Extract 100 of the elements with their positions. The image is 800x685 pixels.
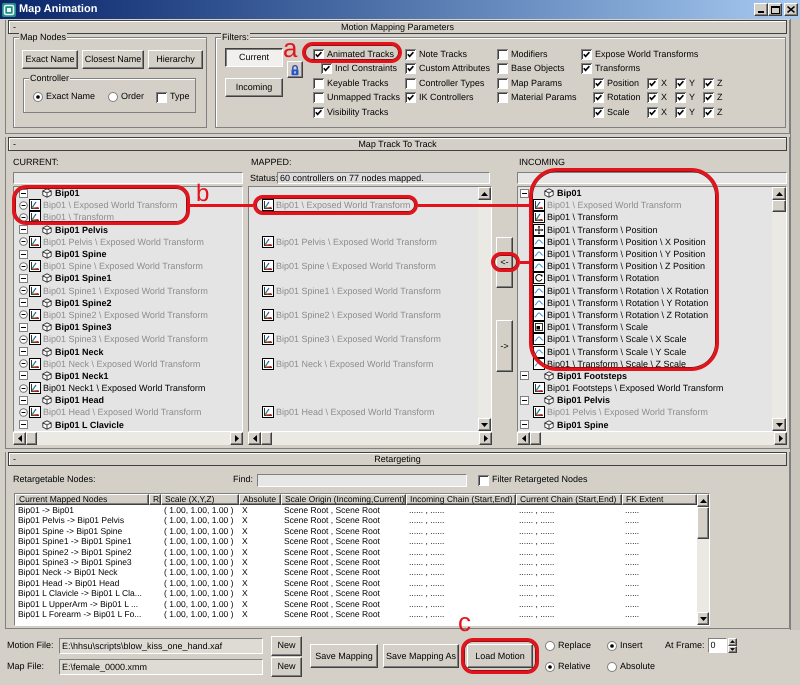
tree-node[interactable]: Bip01 Footsteps [557, 370, 628, 382]
collapse-box-icon[interactable] [19, 322, 28, 332]
checkbox[interactable] [647, 92, 658, 104]
frame-field[interactable]: 0 [708, 638, 727, 653]
collapse-box-icon[interactable] [19, 188, 28, 198]
search-field[interactable] [13, 172, 243, 184]
checkbox[interactable] [313, 106, 324, 118]
collapse-box-icon[interactable] [19, 225, 28, 234]
button[interactable]: New [271, 656, 302, 676]
spin-up-button[interactable] [728, 638, 737, 646]
scroll-left-button[interactable] [517, 432, 530, 445]
track-item[interactable]: Bip01 \ Transform \ Rotation \ Y Rotation [547, 296, 708, 309]
scroll-up-button[interactable] [772, 187, 786, 200]
track-item[interactable]: Bip01 \ Transform \ Scale [547, 321, 648, 334]
radio-button[interactable] [607, 662, 617, 672]
scroll-left-button[interactable] [13, 432, 26, 445]
checkbox[interactable] [497, 78, 508, 89]
column-header[interactable]: FK Extent [622, 494, 697, 505]
horizontal-scrollbar[interactable] [13, 432, 243, 445]
checkbox[interactable] [703, 106, 714, 118]
collapse-toggle[interactable]: - [9, 138, 21, 150]
checkbox[interactable] [405, 78, 416, 89]
search-field[interactable] [517, 172, 787, 184]
checkbox[interactable] [321, 63, 332, 74]
tree-node[interactable]: Bip01 L Clavicle [55, 418, 124, 431]
horizontal-scrollbar[interactable] [248, 432, 492, 445]
collapse-box-icon[interactable] [19, 250, 28, 259]
tree-node[interactable]: Bip01 Neck [55, 346, 104, 358]
vertical-scrollbar[interactable] [772, 187, 786, 431]
button[interactable]: Load Motion [467, 644, 533, 668]
button[interactable]: Save Mapping [310, 644, 378, 668]
maximize-button[interactable] [768, 3, 782, 16]
scroll-right-button[interactable] [230, 432, 243, 445]
vertical-scrollbar[interactable] [697, 494, 709, 625]
scroll-down-button[interactable] [772, 418, 786, 431]
tree-node[interactable]: Bip01 Pelvis [557, 394, 610, 406]
column-header[interactable]: Current Chain (Start,End) [516, 494, 622, 505]
column-header[interactable]: Incoming Chain (Start,End) [406, 494, 516, 505]
scroll-up-button[interactable] [697, 494, 709, 507]
scroll-right-button[interactable] [774, 432, 787, 445]
collapse-box-icon[interactable] [19, 347, 28, 356]
tree-node[interactable]: Bip01 Spine2 [55, 296, 112, 309]
scroll-down-button[interactable] [697, 612, 709, 625]
checkbox[interactable] [675, 106, 686, 118]
checkbox[interactable] [313, 78, 324, 89]
vertical-scrollbar[interactable] [478, 187, 491, 431]
radio-button[interactable] [33, 92, 43, 102]
tree-node[interactable]: Bip01 Spine [557, 418, 609, 431]
collapse-box-icon[interactable] [520, 188, 529, 198]
checkbox[interactable] [675, 92, 686, 104]
collapse-box-icon[interactable] [19, 298, 28, 308]
checkbox[interactable] [647, 106, 658, 118]
column-header[interactable]: Scale (X,Y,Z) [161, 494, 239, 505]
checkbox[interactable] [675, 78, 686, 89]
track-item[interactable]: Bip01 Footsteps \ Exposed World Transform [547, 382, 724, 394]
scrollbar-thumb[interactable] [697, 507, 709, 539]
scrollbar-thumb[interactable] [772, 200, 786, 212]
arrow-button[interactable]: -> [496, 320, 513, 372]
track-item[interactable]: Bip01 \ Transform \ Rotation \ Z Rotation [547, 308, 708, 321]
column-header[interactable]: Absolute [239, 494, 281, 505]
button[interactable]: Save Mapping As [383, 644, 459, 668]
checkbox[interactable] [581, 48, 592, 60]
checkbox[interactable] [593, 106, 604, 118]
checkbox[interactable] [497, 92, 508, 104]
collapse-box-icon[interactable] [19, 420, 28, 430]
track-item[interactable]: Bip01 \ Transform \ Position [547, 224, 658, 236]
toggle-button[interactable]: Current [225, 48, 283, 67]
tree-node[interactable]: Bip01 Spine1 [55, 272, 112, 284]
checkbox[interactable] [703, 92, 714, 104]
button[interactable]: Closest Name [82, 50, 144, 69]
collapse-box-icon[interactable] [520, 420, 529, 430]
radio-button[interactable] [545, 640, 555, 650]
minimize-button[interactable] [754, 3, 768, 16]
tree-node[interactable]: Bip01 Spine3 [55, 321, 112, 334]
toggle-button[interactable]: Incoming [225, 78, 283, 97]
collapse-box-icon[interactable] [520, 396, 529, 405]
button[interactable]: Hierarchy [148, 50, 203, 69]
track-item[interactable]: Bip01 \ Transform \ Position \ Y Position [547, 248, 706, 260]
tree-node[interactable]: Bip01 Head [55, 394, 104, 406]
checkbox[interactable] [497, 63, 508, 74]
track-item[interactable]: Bip01 \ Transform \ Position \ Z Position [547, 260, 706, 272]
collapse-box-icon[interactable] [19, 396, 28, 405]
scroll-up-button[interactable] [478, 187, 491, 200]
track-item[interactable]: Bip01 \ Transform \ Scale \ Y Scale [547, 346, 686, 358]
scroll-left-button[interactable] [248, 432, 261, 445]
scrollbar-thumb[interactable] [26, 432, 37, 445]
collapse-box-icon[interactable] [19, 371, 28, 380]
column-header[interactable]: Current Mapped Nodes [15, 494, 149, 505]
checkbox[interactable] [497, 48, 508, 60]
track-item[interactable]: Bip01 \ Transform \ Position \ X Position [547, 236, 706, 248]
tree-node[interactable]: Bip01 [55, 187, 80, 200]
track-item[interactable]: Bip01 \ Transform [547, 211, 618, 224]
scroll-down-button[interactable] [478, 418, 491, 431]
panel-scrollbar[interactable] [790, 19, 800, 630]
checkbox[interactable] [156, 92, 167, 102]
collapse-toggle[interactable]: - [9, 453, 21, 465]
checkbox[interactable] [313, 92, 324, 104]
checkbox[interactable] [313, 48, 324, 60]
tree-node[interactable]: Bip01 Neck1 [55, 370, 109, 382]
checkbox[interactable] [581, 63, 592, 74]
